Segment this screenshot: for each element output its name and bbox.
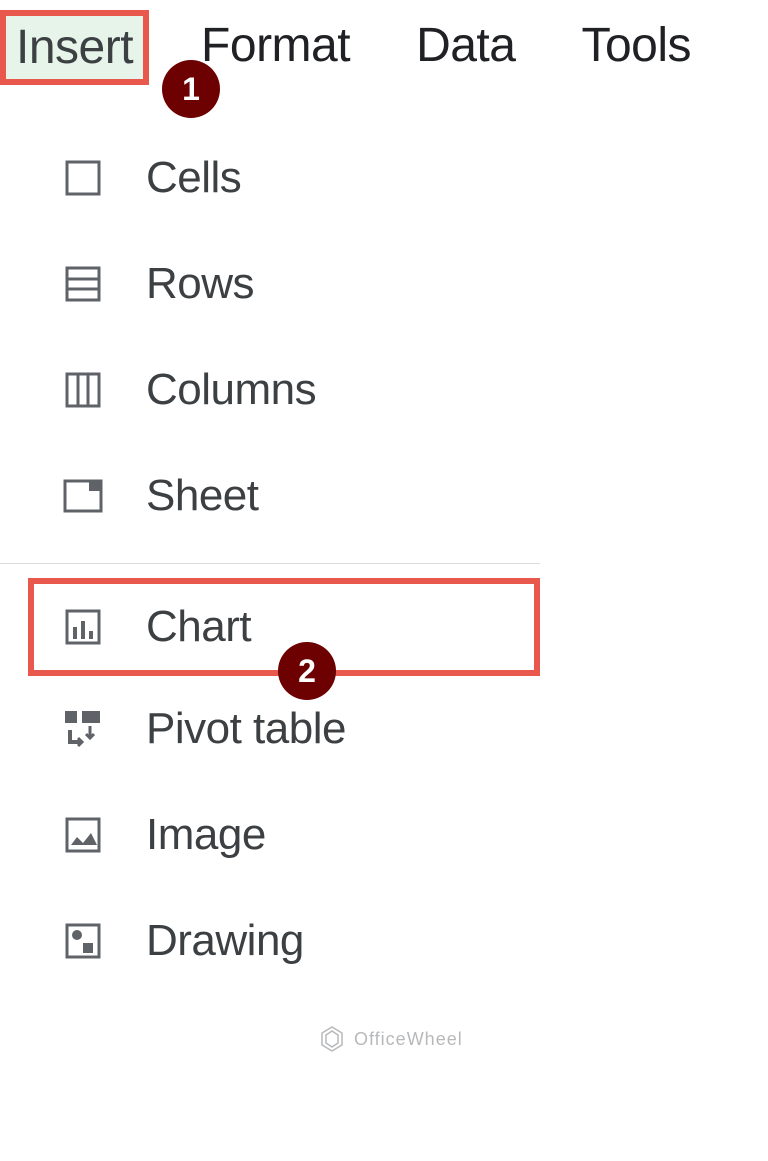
menu-item-pivot-table[interactable]: Pivot table: [0, 676, 540, 782]
menu-format-label: Format: [201, 19, 350, 72]
columns-icon: [62, 369, 104, 411]
cells-icon: [62, 157, 104, 199]
menu-section-2: Chart Pivot table Image: [0, 574, 540, 998]
menu-item-drawing[interactable]: Drawing: [0, 888, 540, 994]
menu-item-image[interactable]: Image: [0, 782, 540, 888]
insert-dropdown-menu: Cells Rows Columns: [0, 121, 540, 998]
rows-icon: [62, 263, 104, 305]
menu-chart-label: Chart: [146, 602, 251, 652]
watermark: OfficeWheel: [318, 1025, 463, 1053]
menu-tools[interactable]: Tools: [567, 10, 705, 85]
drawing-icon: [62, 920, 104, 962]
image-icon: [62, 814, 104, 856]
menu-pivot-label: Pivot table: [146, 704, 346, 754]
menu-rows-label: Rows: [146, 259, 254, 309]
menubar: Insert Format Data Tools: [0, 0, 768, 85]
menu-section-1: Cells Rows Columns: [0, 121, 540, 553]
pivot-table-icon: [62, 708, 104, 750]
sheet-icon: [62, 475, 104, 517]
menu-item-cells[interactable]: Cells: [0, 125, 540, 231]
callout-badge-1: 1: [162, 60, 220, 118]
menu-divider: [0, 563, 540, 564]
menu-item-columns[interactable]: Columns: [0, 337, 540, 443]
menu-cells-label: Cells: [146, 153, 241, 203]
menu-insert-label: Insert: [16, 21, 133, 74]
menu-columns-label: Columns: [146, 365, 316, 415]
callout-number-1: 1: [182, 71, 200, 108]
menu-item-sheet[interactable]: Sheet: [0, 443, 540, 549]
watermark-logo-icon: [318, 1025, 346, 1053]
callout-number-2: 2: [298, 653, 316, 690]
chart-icon: [62, 606, 104, 648]
menu-data[interactable]: Data: [402, 10, 529, 85]
menu-insert[interactable]: Insert: [0, 10, 149, 85]
menu-sheet-label: Sheet: [146, 471, 258, 521]
menu-item-rows[interactable]: Rows: [0, 231, 540, 337]
menu-drawing-label: Drawing: [146, 916, 304, 966]
menu-tools-label: Tools: [581, 19, 691, 72]
callout-badge-2: 2: [278, 642, 336, 700]
menu-image-label: Image: [146, 810, 266, 860]
menu-data-label: Data: [416, 19, 515, 72]
watermark-label: OfficeWheel: [354, 1029, 463, 1050]
